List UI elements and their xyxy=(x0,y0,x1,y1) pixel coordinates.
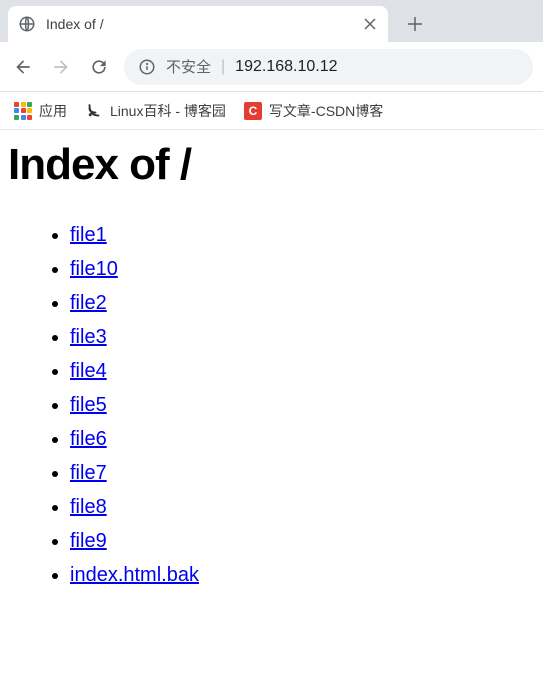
file-link[interactable]: file6 xyxy=(70,428,107,450)
list-item: file8 xyxy=(70,490,535,524)
separator: | xyxy=(221,58,225,76)
new-tab-button[interactable] xyxy=(400,9,430,39)
browser-tab[interactable]: Index of / xyxy=(8,6,388,42)
bookmark-label: 写文章-CSDN博客 xyxy=(269,101,383,121)
close-icon[interactable] xyxy=(362,16,378,32)
list-item: file4 xyxy=(70,354,535,388)
list-item: file7 xyxy=(70,456,535,490)
file-link[interactable]: file5 xyxy=(70,394,107,416)
forward-button[interactable] xyxy=(48,54,74,80)
list-item: file1 xyxy=(70,218,535,252)
list-item: file5 xyxy=(70,388,535,422)
bookmark-label: Linux百科 - 博客园 xyxy=(110,101,226,121)
file-link[interactable]: file10 xyxy=(70,258,118,280)
csdn-icon: C xyxy=(244,102,262,120)
info-icon xyxy=(138,58,156,76)
cnblogs-icon xyxy=(85,102,103,120)
file-link[interactable]: file4 xyxy=(70,360,107,382)
file-link[interactable]: file9 xyxy=(70,530,107,552)
file-link[interactable]: file2 xyxy=(70,292,107,314)
list-item: file6 xyxy=(70,422,535,456)
list-item: file10 xyxy=(70,252,535,286)
file-list: file1 file10 file2 file3 file4 file5 file6 file… xyxy=(8,218,535,592)
not-secure-label: 不安全 xyxy=(166,56,211,77)
tab-title: Index of / xyxy=(46,16,352,32)
bookmark-csdn[interactable]: C 写文章-CSDN博客 xyxy=(244,101,383,121)
list-item: file9 xyxy=(70,524,535,558)
list-item: file2 xyxy=(70,286,535,320)
nav-bar: 不安全 | 192.168.10.12 xyxy=(0,42,543,92)
list-item: file3 xyxy=(70,320,535,354)
reload-button[interactable] xyxy=(86,54,112,80)
file-link[interactable]: file3 xyxy=(70,326,107,348)
file-link[interactable]: file1 xyxy=(70,224,107,246)
back-button[interactable] xyxy=(10,54,36,80)
page-content: Index of / file1file10file2file3file4fil… xyxy=(0,130,543,602)
apps-icon xyxy=(14,102,32,120)
apps-label: 应用 xyxy=(39,101,67,121)
file-link[interactable]: file8 xyxy=(70,496,107,518)
apps-bookmark[interactable]: 应用 xyxy=(14,101,67,121)
tab-bar: Index of / xyxy=(0,0,543,42)
address-bar[interactable]: 不安全 | 192.168.10.12 xyxy=(124,49,533,85)
list-item: index.html.bak xyxy=(70,558,535,592)
bookmark-linux[interactable]: Linux百科 - 博客园 xyxy=(85,101,226,121)
url-text: 192.168.10.12 xyxy=(235,58,337,76)
bookmarks-bar: 应用 Linux百科 - 博客园 C 写文章-CSDN博客 xyxy=(0,92,543,130)
file-link[interactable]: index.html.bak xyxy=(70,564,199,586)
file-link[interactable]: file7 xyxy=(70,462,107,484)
globe-icon xyxy=(18,15,36,33)
page-title: Index of / xyxy=(8,140,535,190)
